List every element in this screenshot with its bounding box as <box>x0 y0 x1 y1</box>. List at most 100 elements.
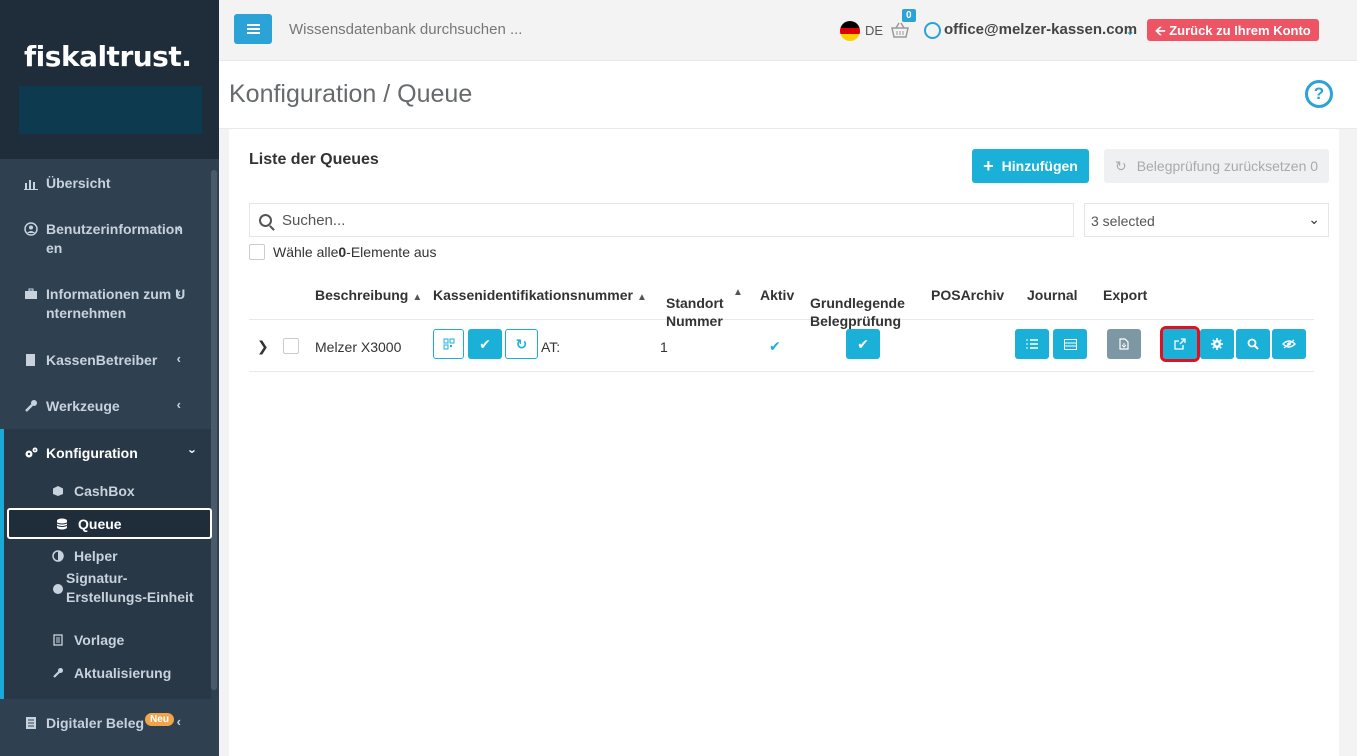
page-title: Konfiguration / Queue <box>229 80 473 108</box>
sidebar-sub-label: Helper <box>74 548 118 564</box>
queue-search <box>249 203 1074 237</box>
external-link-icon <box>1174 338 1186 350</box>
menu-toggle-button[interactable] <box>234 14 272 44</box>
settings-button[interactable] <box>1200 329 1234 359</box>
document-icon <box>26 717 36 729</box>
wrench-icon <box>25 400 37 412</box>
credit-card-icon <box>1063 338 1077 350</box>
user-email[interactable]: office@melzer-kassen.com <box>944 21 1137 38</box>
sort-icon: ▲︎ <box>636 292 647 303</box>
sidebar-sub-aktualisierung[interactable]: Aktualisierung <box>4 657 211 689</box>
queue-search-input[interactable] <box>282 211 982 229</box>
sort-icon[interactable]: ▲︎ <box>733 287 743 298</box>
table-header: Beschreibung ▲︎ Kassenidentifikationsnumm… <box>249 276 1314 329</box>
journal-list-button[interactable] <box>1015 329 1049 359</box>
arrow-left-icon: 🡨 <box>1155 23 1166 38</box>
search-icon <box>259 213 272 227</box>
german-flag-icon[interactable] <box>840 21 860 41</box>
hamburger-icon <box>246 28 260 30</box>
chevron-right-icon[interactable]: ❯ <box>257 338 269 355</box>
chevron-left-icon: ‹ <box>176 714 181 729</box>
sidebar-item-label: Werkzeuge <box>46 398 120 414</box>
sidebar-item-label: Übersicht <box>46 175 111 191</box>
sidebar-scrollbar[interactable] <box>211 170 217 690</box>
sidebar-sub-label: Aktualisierung <box>74 665 172 681</box>
column-header-posarchiv: POSArchiv <box>931 286 1004 304</box>
back-to-account-button[interactable]: 🡨 Zurück zu Ihrem Konto <box>1147 19 1319 41</box>
user-avatar-icon[interactable] <box>924 22 941 39</box>
shopping-basket-icon[interactable] <box>891 21 909 39</box>
sidebar-item-konfiguration[interactable]: Konfiguration ‹ <box>4 444 211 463</box>
column-header-beschreibung[interactable]: Beschreibung ▲︎ <box>315 286 422 307</box>
header-label: Beschreibung <box>315 287 409 303</box>
sidebar-item-label: Konfiguration <box>46 445 138 461</box>
brand-logo[interactable]: fiskaltrust. <box>24 40 192 73</box>
view-button[interactable] <box>1272 329 1306 359</box>
sidebar-sub-signatur[interactable]: Signatur- Erstellungs-Einheit <box>4 570 211 619</box>
chevron-down-icon: ⌄ <box>1308 211 1320 227</box>
sidebar-item-label: Informationen zum U nternehmen <box>46 286 186 321</box>
basic-receipt-check-button[interactable]: ✔ <box>846 329 880 359</box>
sidebar-item-kassenbetreiber[interactable]: KassenBetreiber ‹ <box>0 351 211 370</box>
column-select-dropdown[interactable]: 3 selected ⌄ <box>1084 203 1329 237</box>
knowledge-search-input[interactable] <box>289 21 589 38</box>
select-all-suffix: -Elemente aus <box>346 244 437 260</box>
file-export-icon <box>1119 338 1129 350</box>
verify-button[interactable]: ✔ <box>468 329 502 359</box>
check-icon: ✔ <box>479 335 491 352</box>
open-external-button[interactable] <box>1160 326 1200 362</box>
qr-code-icon <box>443 338 454 350</box>
cell-kassen-id: AT: <box>541 339 561 355</box>
column-header-aktiv: Aktiv <box>760 286 794 304</box>
sidebar-section-konfiguration: Konfiguration ‹ CashBox Queue Helper Sig… <box>0 429 212 699</box>
account-box <box>19 86 202 134</box>
search-icon <box>1247 338 1259 350</box>
column-header-export: Export <box>1103 286 1147 304</box>
sidebar-sub-queue[interactable]: Queue <box>7 508 212 539</box>
topbar: DE 0 office@melzer-kassen.com ⌄ 🡨 Zurück… <box>219 0 1357 61</box>
panel-title: Liste der Queues <box>249 151 379 168</box>
refresh-button[interactable]: ↻ <box>505 329 538 359</box>
select-all[interactable]: Wähle alle 0 -Elemente aus <box>249 244 436 260</box>
add-button-label: Hinzufügen <box>1001 158 1078 174</box>
sidebar-item-label: KassenBetreiber <box>46 352 158 368</box>
list-ol-icon <box>1026 339 1038 349</box>
add-queue-button[interactable]: + Hinzufügen <box>972 149 1089 183</box>
search-button[interactable] <box>1236 329 1270 359</box>
sidebar-sub-vorlage[interactable]: Vorlage <box>4 624 211 656</box>
half-circle-icon <box>52 550 64 562</box>
back-button-label: Zurück zu Ihrem Konto <box>1169 23 1311 38</box>
cogs-icon <box>25 447 38 458</box>
journal-card-button[interactable] <box>1053 329 1087 359</box>
cart-count-badge: 0 <box>902 9 916 22</box>
sidebar-item-unternehmen[interactable]: Informationen zum U nternehmen ‹ <box>0 285 211 323</box>
header-label: Kassenidentifikationsnummer <box>433 287 633 303</box>
language-label[interactable]: DE <box>865 23 883 38</box>
sidebar-sub-helper[interactable]: Helper <box>4 540 211 572</box>
row-checkbox[interactable] <box>283 338 299 354</box>
check-icon: ✔ <box>857 335 869 352</box>
export-button[interactable] <box>1107 329 1141 359</box>
refresh-icon: ↻ <box>1114 157 1127 174</box>
sidebar-item-benutzerinformationen[interactable]: Benutzerinformation en ‹ <box>0 220 211 258</box>
qr-code-button[interactable] <box>433 329 464 359</box>
gear-icon <box>1211 338 1223 350</box>
sidebar-sub-cashbox[interactable]: CashBox <box>4 475 211 507</box>
sidebar-item-werkzeuge[interactable]: Werkzeuge ‹ <box>0 397 211 416</box>
chevron-down-icon[interactable]: ⌄ <box>1125 24 1135 38</box>
sidebar-item-label: Digitaler Beleg <box>46 715 145 731</box>
sidebar-item-digitaler-beleg[interactable]: Digitaler Beleg Neu ‹ <box>0 713 211 733</box>
active-check-icon: ✔ <box>769 338 781 354</box>
select-value: 3 selected <box>1091 213 1155 229</box>
sidebar: fiskaltrust. Übersicht Benutzerinformati… <box>0 0 219 756</box>
column-header-kassen-id[interactable]: Kassenidentifikationsnummer ▲︎ <box>433 286 647 307</box>
sidebar-item-uebersicht[interactable]: Übersicht <box>0 174 211 193</box>
chevron-left-icon: ‹ <box>176 397 181 412</box>
select-all-checkbox[interactable] <box>249 244 265 260</box>
chevron-down-icon: ‹ <box>183 449 199 454</box>
reset-button-label: Belegprüfung zurücksetzen 0 <box>1136 158 1319 174</box>
table-row: ❯ Melzer X3000 ✔ ↻ AT: 1 ✔ ✔ <box>249 320 1314 372</box>
reset-receipt-check-button[interactable]: ↻ Belegprüfung zurücksetzen 0 <box>1104 149 1329 183</box>
help-icon[interactable]: ? <box>1305 80 1333 108</box>
new-badge: Neu <box>145 713 174 726</box>
